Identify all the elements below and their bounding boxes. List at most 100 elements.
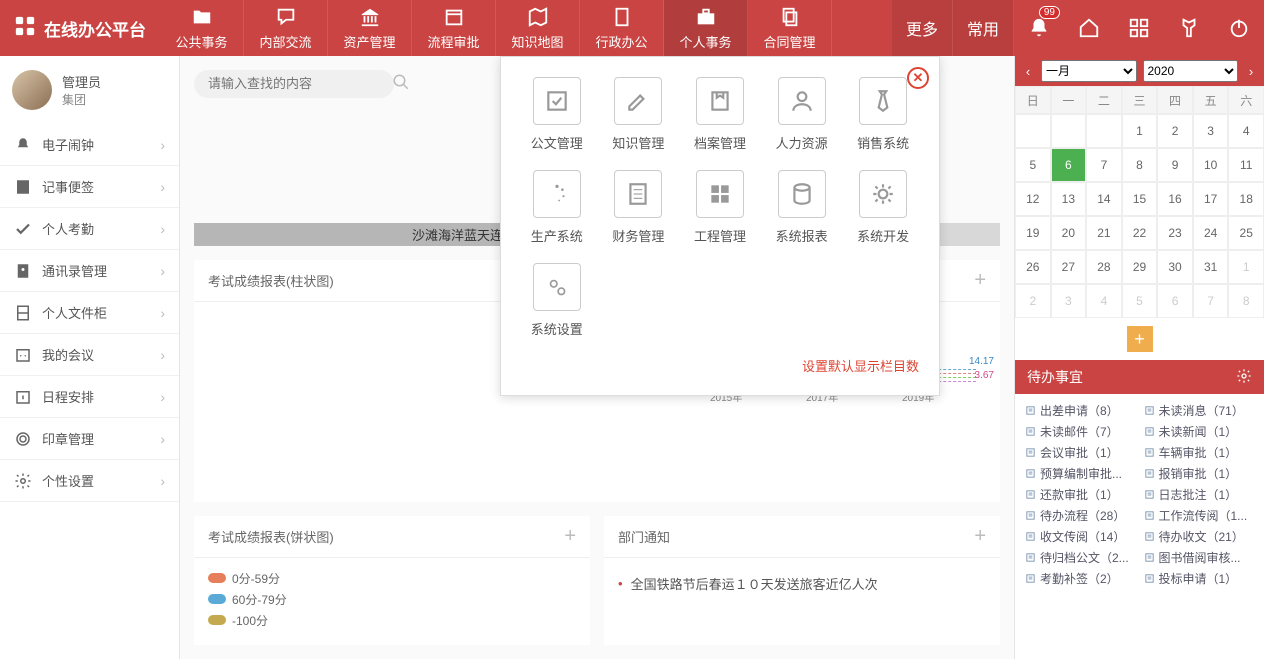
more-menu-item[interactable]: 系统报表 — [766, 170, 838, 245]
cal-day[interactable]: 7 — [1086, 148, 1122, 182]
cal-day[interactable]: 10 — [1193, 148, 1229, 182]
cal-day-next[interactable]: 8 — [1228, 284, 1264, 318]
cal-day[interactable]: 19 — [1015, 216, 1051, 250]
todo-item[interactable]: 车辆审批（1） — [1144, 444, 1255, 461]
cal-day-next[interactable]: 3 — [1051, 284, 1087, 318]
user-box[interactable]: 管理员 集团 — [0, 56, 179, 124]
search-box[interactable] — [194, 70, 394, 98]
sidebar-item[interactable]: 个人考勤› — [0, 208, 179, 250]
gear-icon[interactable] — [1236, 368, 1252, 387]
sidebar-item[interactable]: 个性设置› — [0, 460, 179, 502]
topnav-item[interactable]: 流程审批 — [412, 0, 496, 56]
topnav-item[interactable]: 合同管理 — [748, 0, 832, 56]
search-input[interactable] — [208, 76, 384, 91]
more-menu-item[interactable]: 人力资源 — [766, 77, 838, 152]
topnav-item[interactable]: 个人事务 — [664, 0, 748, 56]
topnav-item[interactable]: 行政办公 — [580, 0, 664, 56]
sidebar-item[interactable]: 电子闹钟› — [0, 124, 179, 166]
sidebar-item[interactable]: 个人文件柜› — [0, 292, 179, 334]
cal-day[interactable]: 23 — [1157, 216, 1193, 250]
cal-day[interactable]: 18 — [1228, 182, 1264, 216]
more-menu-item[interactable]: 知识管理 — [603, 77, 675, 152]
cal-day[interactable]: 9 — [1157, 148, 1193, 182]
cal-day-next[interactable]: 7 — [1193, 284, 1229, 318]
todo-item[interactable]: 预算编制审批... — [1025, 465, 1136, 482]
todo-item[interactable]: 收文传阅（14） — [1025, 528, 1136, 545]
todo-item[interactable]: 投标申请（1） — [1144, 570, 1255, 587]
cal-day-next[interactable]: 4 — [1086, 284, 1122, 318]
more-menu-item[interactable]: 财务管理 — [603, 170, 675, 245]
cal-day[interactable]: 12 — [1015, 182, 1051, 216]
cal-day[interactable]: 31 — [1193, 250, 1229, 284]
apps-icon[interactable] — [1114, 0, 1164, 56]
add-icon[interactable]: + — [974, 525, 986, 548]
cal-day[interactable]: 11 — [1228, 148, 1264, 182]
todo-item[interactable]: 待办流程（28） — [1025, 507, 1136, 524]
power-icon[interactable] — [1214, 0, 1264, 56]
topnav-item[interactable]: 公共事务 — [160, 0, 244, 56]
cal-day[interactable]: 2 — [1157, 114, 1193, 148]
search-icon[interactable] — [392, 73, 410, 94]
sidebar-item[interactable]: 印章管理› — [0, 418, 179, 460]
todo-item[interactable]: 未读新闻（1） — [1144, 423, 1255, 440]
cal-day[interactable]: 1 — [1122, 114, 1158, 148]
cal-day[interactable]: 30 — [1157, 250, 1193, 284]
todo-item[interactable]: 日志批注（1） — [1144, 486, 1255, 503]
close-icon[interactable]: ✕ — [907, 67, 929, 89]
todo-item[interactable]: 出差申请（8） — [1025, 402, 1136, 419]
todo-item[interactable]: 还款审批（1） — [1025, 486, 1136, 503]
cal-prev-icon[interactable]: ‹ — [1021, 64, 1035, 79]
cal-day[interactable]: 28 — [1086, 250, 1122, 284]
todo-item[interactable]: 报销审批（1） — [1144, 465, 1255, 482]
cal-day[interactable]: 20 — [1051, 216, 1087, 250]
more-menu-item[interactable]: 公文管理 — [521, 77, 593, 152]
add-icon[interactable]: + — [974, 269, 986, 292]
topnav-item[interactable]: 内部交流 — [244, 0, 328, 56]
todo-item[interactable]: 会议审批（1） — [1025, 444, 1136, 461]
sidebar-item[interactable]: 我的会议› — [0, 334, 179, 376]
cal-day[interactable]: 6 — [1051, 148, 1087, 182]
topnav-item[interactable]: 资产管理 — [328, 0, 412, 56]
todo-item[interactable]: 工作流传阅（1... — [1144, 507, 1255, 524]
more-menu-item[interactable]: 档案管理 — [684, 77, 756, 152]
sidebar-item[interactable]: 记事便签› — [0, 166, 179, 208]
cal-day-next[interactable]: 5 — [1122, 284, 1158, 318]
todo-item[interactable]: 未读消息（71） — [1144, 402, 1255, 419]
more-menu-item[interactable]: 销售系统 — [847, 77, 919, 152]
theme-icon[interactable] — [1164, 0, 1214, 56]
cal-day[interactable]: 17 — [1193, 182, 1229, 216]
month-select[interactable]: 一月 — [1041, 60, 1137, 82]
more-menu-settings-link[interactable]: 设置默认显示栏目数 — [521, 356, 919, 375]
add-icon[interactable]: + — [564, 525, 576, 548]
year-select[interactable]: 2020 — [1143, 60, 1239, 82]
todo-item[interactable]: 待归档公文（2... — [1025, 549, 1136, 566]
more-menu-item[interactable]: 系统设置 — [521, 263, 593, 338]
cal-day[interactable]: 26 — [1015, 250, 1051, 284]
cal-day[interactable]: 29 — [1122, 250, 1158, 284]
calendar-add-button[interactable]: + — [1127, 326, 1153, 352]
notification-icon[interactable]: 99 — [1014, 0, 1064, 56]
todo-item[interactable]: 图书借阅审核... — [1144, 549, 1255, 566]
cal-day-next[interactable]: 2 — [1015, 284, 1051, 318]
more-menu-item[interactable]: 系统开发 — [847, 170, 919, 245]
cal-day[interactable]: 14 — [1086, 182, 1122, 216]
cal-day[interactable]: 13 — [1051, 182, 1087, 216]
cal-day[interactable]: 5 — [1015, 148, 1051, 182]
sidebar-item[interactable]: 通讯录管理› — [0, 250, 179, 292]
cal-day[interactable]: 21 — [1086, 216, 1122, 250]
cal-day[interactable]: 25 — [1228, 216, 1264, 250]
cal-day[interactable]: 24 — [1193, 216, 1229, 250]
cal-day[interactable]: 3 — [1193, 114, 1229, 148]
notice-item[interactable]: 全国铁路节后春运１０天发送旅客近亿人次 — [618, 570, 986, 597]
todo-item[interactable]: 未读邮件（7） — [1025, 423, 1136, 440]
topnav-item[interactable]: 知识地图 — [496, 0, 580, 56]
cal-day[interactable]: 4 — [1228, 114, 1264, 148]
home-icon[interactable] — [1064, 0, 1114, 56]
more-menu-item[interactable]: 生产系统 — [521, 170, 593, 245]
cal-day[interactable]: 22 — [1122, 216, 1158, 250]
todo-item[interactable]: 待办收文（21） — [1144, 528, 1255, 545]
todo-item[interactable]: 考勤补签（2） — [1025, 570, 1136, 587]
more-button[interactable]: 更多 — [892, 0, 953, 56]
cal-next-icon[interactable]: › — [1244, 64, 1258, 79]
cal-day-next[interactable]: 6 — [1157, 284, 1193, 318]
